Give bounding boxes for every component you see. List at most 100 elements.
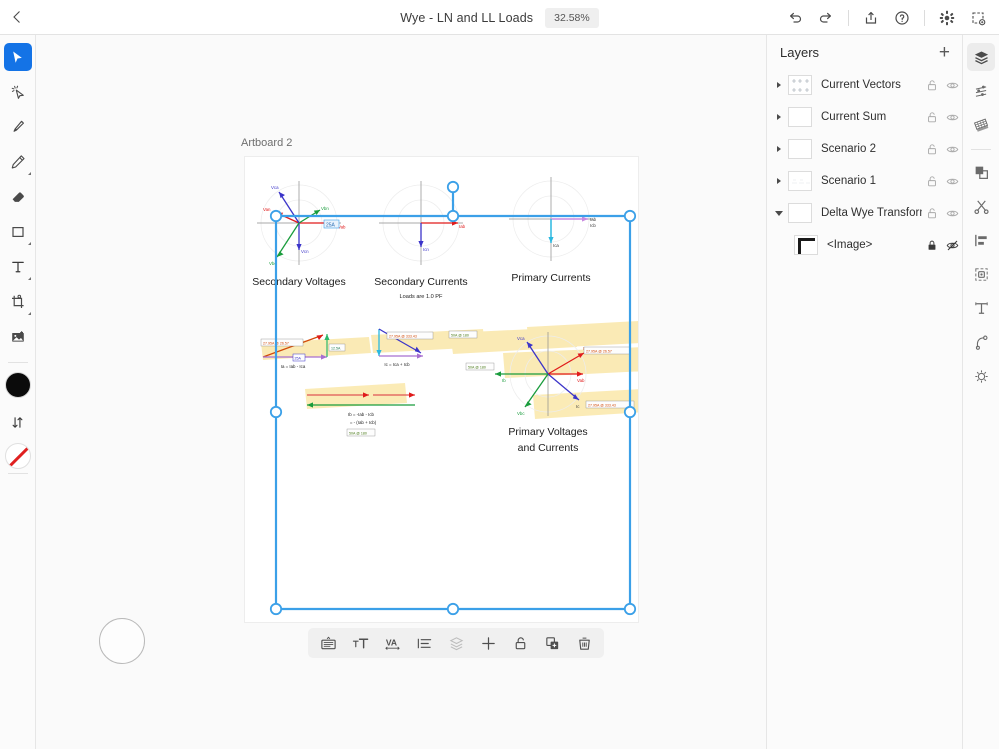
selection-handle-left-mid <box>271 407 281 417</box>
text-tool[interactable] <box>4 253 32 281</box>
path-node-icon <box>973 334 990 351</box>
settings-icon <box>939 10 955 26</box>
layer-lock-toggle[interactable] <box>922 207 942 220</box>
ghost-shape-outline[interactable] <box>99 618 145 664</box>
effects-button[interactable] <box>967 362 995 390</box>
zoom-level[interactable]: 32.58% <box>545 8 599 28</box>
shape-tool[interactable] <box>4 218 32 246</box>
vector-label-vab: Vab <box>338 225 346 230</box>
add-layer-button[interactable]: + <box>939 43 950 62</box>
secondary-voltages-phasor[interactable]: Vab Vbn Van Vca Vcn <box>252 181 346 288</box>
delete-button[interactable] <box>570 631 598 655</box>
artboard-tool-button[interactable] <box>314 631 342 655</box>
eye-icon <box>946 207 959 220</box>
properties-button[interactable] <box>967 77 995 105</box>
duplicate-button[interactable] <box>538 631 566 655</box>
layers-panel-button[interactable] <box>967 43 995 71</box>
layer-disclosure-toggle[interactable] <box>773 82 785 88</box>
lock-icon <box>926 239 938 252</box>
cursor-arrow-icon <box>10 50 25 65</box>
top-bar-actions <box>782 0 991 35</box>
tag-primary-ib: 50A @ 180 <box>468 366 486 370</box>
secondary-currents-phasor[interactable]: Iab Icn Secondary Currents Loads are 1.0… <box>374 181 467 300</box>
select-tool[interactable] <box>4 43 32 71</box>
layer-visibility-toggle[interactable] <box>942 143 962 156</box>
equation-ic: Ic = Ica + Icb <box>384 362 410 367</box>
tag-ib-magnitude: 50A @ 180 <box>349 432 367 436</box>
stroke-color-swatch[interactable] <box>5 443 31 469</box>
move-button[interactable] <box>474 631 502 655</box>
layer-row[interactable]: <Image> <box>767 229 962 261</box>
layer-name: Scenario 1 <box>821 175 922 187</box>
layer-name: Scenario 2 <box>821 143 922 155</box>
arrange-objects-button[interactable] <box>967 158 995 186</box>
artboard[interactable]: Vab Vbn Van Vca Vcn <box>245 157 638 622</box>
secondary-voltages-title: Secondary Voltages <box>252 276 345 288</box>
canvas-preview-button[interactable] <box>965 5 991 31</box>
equation-ib-line2: = - (Iab + Icb) <box>350 420 377 425</box>
primary-currents-phasor[interactable]: Iab Icb Ica Primary Currents <box>509 177 597 284</box>
layer-lock-toggle[interactable] <box>922 175 942 188</box>
unlock-button[interactable] <box>506 631 534 655</box>
font-size-icon <box>352 635 369 652</box>
eye-icon <box>946 143 959 156</box>
layer-lock-toggle[interactable] <box>922 143 942 156</box>
layer-row[interactable]: Scenario 1 <box>767 165 962 197</box>
artboard-label: Artboard 2 <box>241 137 292 149</box>
vector-label-icb-primary: Icb <box>590 223 596 228</box>
tag-ia-component: 12.5A <box>331 347 341 351</box>
layers-panel-title: Layers <box>780 45 819 60</box>
pen-tool[interactable] <box>4 113 32 141</box>
pencil-tool[interactable] <box>4 148 32 176</box>
layer-lock-toggle[interactable] <box>922 79 942 92</box>
layer-visibility-toggle[interactable] <box>942 207 962 220</box>
layer-row[interactable]: Delta Wye Transformer <box>767 197 962 229</box>
layer-visibility-toggle[interactable] <box>942 239 962 252</box>
selection-handle-bottom-right <box>625 604 635 614</box>
layer-visibility-toggle[interactable] <box>942 111 962 124</box>
crop-tool[interactable] <box>4 288 32 316</box>
vector-label-vbc-primary: Vbc <box>517 411 525 416</box>
layer-row[interactable]: Current Vectors <box>767 69 962 101</box>
chevron-left-icon <box>11 10 23 24</box>
layer-lock-toggle[interactable] <box>922 239 942 252</box>
layer-disclosure-toggle[interactable] <box>773 146 785 152</box>
kerning-button[interactable]: VA <box>378 631 406 655</box>
swap-fill-stroke-button[interactable] <box>4 408 32 436</box>
vector-label-vca: Vca <box>271 185 279 190</box>
layer-disclosure-toggle[interactable] <box>773 211 785 216</box>
crop-icon <box>10 294 26 310</box>
ib-tag-middle-group[interactable]: 50A @ 180 <box>449 331 477 338</box>
list-button[interactable] <box>410 631 438 655</box>
undo-button[interactable] <box>782 5 808 31</box>
align-button[interactable] <box>967 226 995 254</box>
layers-stack-button[interactable] <box>442 631 470 655</box>
eraser-tool[interactable] <box>4 183 32 211</box>
back-button[interactable] <box>0 0 34 35</box>
fill-color-swatch[interactable] <box>5 372 31 398</box>
layer-visibility-toggle[interactable] <box>942 79 962 92</box>
path-node-button[interactable] <box>967 328 995 356</box>
redo-button[interactable] <box>813 5 839 31</box>
magic-select-tool[interactable] <box>4 78 32 106</box>
selection-handle-right-mid <box>625 407 635 417</box>
image-tool[interactable] <box>4 323 32 351</box>
layer-row[interactable]: Current Sum <box>767 101 962 133</box>
canvas-area[interactable]: Artboard 2 Vab Vbn <box>36 35 766 749</box>
help-button[interactable] <box>889 5 915 31</box>
layer-disclosure-toggle[interactable] <box>773 114 785 120</box>
layer-disclosure-toggle[interactable] <box>773 178 785 184</box>
type-panel-button[interactable] <box>967 294 995 322</box>
equation-ib-line1: Ib = -Iab - Icb <box>348 412 375 417</box>
layer-visibility-toggle[interactable] <box>942 175 962 188</box>
share-button[interactable] <box>858 5 884 31</box>
layer-lock-toggle[interactable] <box>922 111 942 124</box>
font-size-button[interactable] <box>346 631 374 655</box>
tag-primary-ic: 27.95A @ 333.43 <box>588 404 616 408</box>
layers-panel: Layers + Current Vectors <box>766 35 962 749</box>
color-grid-button[interactable] <box>967 111 995 139</box>
settings-button[interactable] <box>934 5 960 31</box>
transform-button[interactable] <box>967 260 995 288</box>
scissors-button[interactable] <box>967 192 995 220</box>
layer-row[interactable]: Scenario 2 <box>767 133 962 165</box>
